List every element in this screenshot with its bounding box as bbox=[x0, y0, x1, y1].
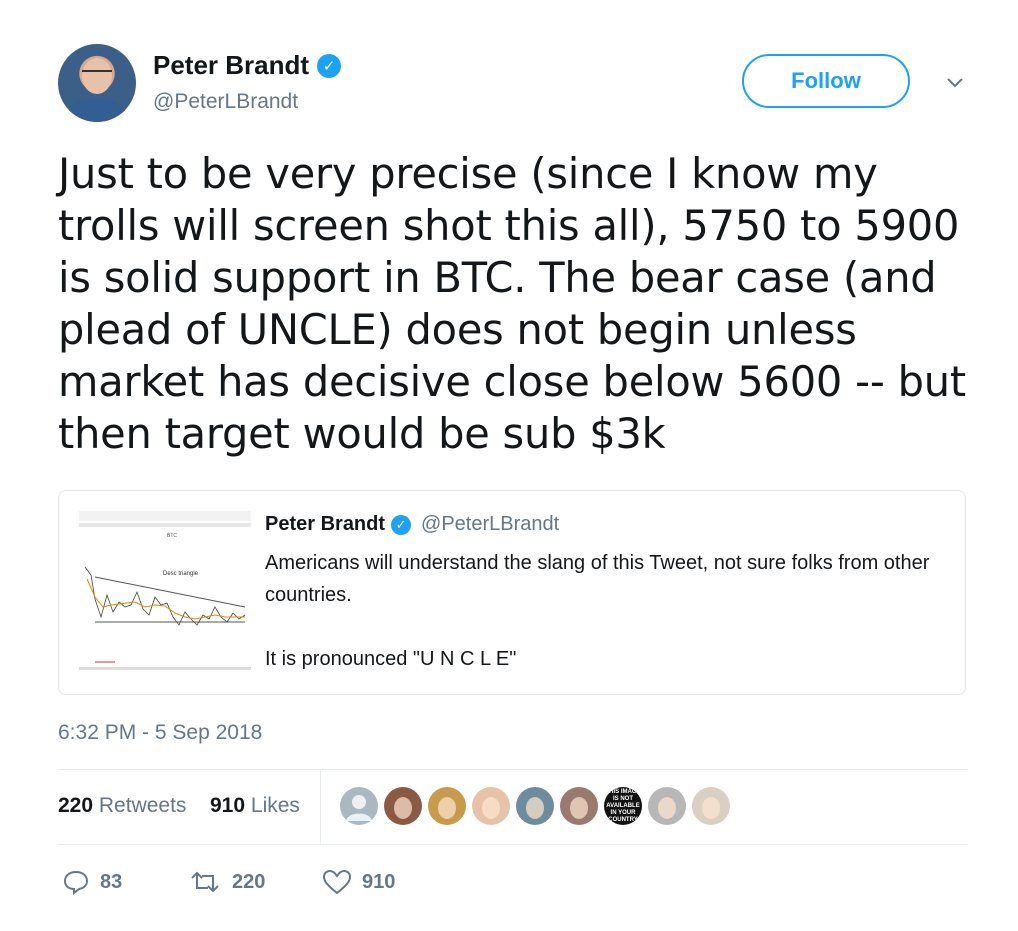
liker-avatar[interactable] bbox=[472, 787, 510, 825]
quoted-author-row: Peter Brandt ✓ @PeterLBrandt bbox=[265, 513, 559, 536]
retweet-icon bbox=[191, 871, 219, 893]
author-name[interactable]: Peter Brandt bbox=[153, 50, 309, 81]
chevron-down-icon[interactable] bbox=[945, 72, 965, 92]
follow-button[interactable]: Follow bbox=[742, 54, 910, 108]
quoted-tweet[interactable]: BTC Desc triangle Peter Brandt ✓ @PeterL… bbox=[58, 490, 966, 695]
reply-action[interactable]: 83 bbox=[62, 868, 122, 896]
stats-separator bbox=[320, 770, 321, 844]
author-name-row: Peter Brandt ✓ bbox=[153, 50, 342, 81]
verified-badge-icon: ✓ bbox=[317, 53, 342, 78]
liker-avatar[interactable] bbox=[516, 787, 554, 825]
heart-icon bbox=[322, 869, 352, 895]
quoted-author-name[interactable]: Peter Brandt bbox=[265, 513, 385, 536]
liker-avatar[interactable] bbox=[428, 787, 466, 825]
liker-avatar[interactable]: THIS IMAGE IS NOT AVAILABLE IN YOUR COUN… bbox=[604, 787, 642, 825]
liker-avatar[interactable] bbox=[648, 787, 686, 825]
quoted-text-line1: Americans will understand the slang of t… bbox=[265, 552, 930, 606]
default-avatar-icon bbox=[346, 795, 372, 821]
reply-icon bbox=[63, 870, 89, 896]
tweet-stats: 220 Retweets 910 Likes THIS IMAGE IS NOT… bbox=[58, 770, 968, 844]
retweets-count: 220 bbox=[58, 794, 94, 817]
likes-stat[interactable]: 910 Likes bbox=[210, 794, 300, 818]
retweets-label: Retweets bbox=[98, 794, 187, 817]
like-count: 910 bbox=[362, 870, 396, 893]
tweet-header: Peter Brandt ✓ @PeterLBrandt Follow bbox=[58, 44, 968, 124]
divider bbox=[58, 844, 968, 845]
retweets-stat[interactable]: 220 Retweets bbox=[58, 794, 186, 818]
liker-avatar[interactable] bbox=[384, 787, 422, 825]
liker-avatar[interactable] bbox=[692, 787, 730, 825]
verified-badge-icon: ✓ bbox=[391, 514, 412, 535]
liker-avatar[interactable] bbox=[340, 787, 378, 825]
quoted-text-line2: It is pronounced "U N C L E" bbox=[265, 648, 517, 670]
likes-count: 910 bbox=[210, 794, 246, 817]
like-action[interactable]: 910 bbox=[322, 868, 395, 896]
liker-avatars: THIS IMAGE IS NOT AVAILABLE IN YOUR COUN… bbox=[340, 787, 730, 825]
reply-count: 83 bbox=[100, 870, 123, 893]
tweet-timestamp[interactable]: 6:32 PM - 5 Sep 2018 bbox=[58, 721, 262, 745]
avatar-text: THIS IMAGE IS NOT AVAILABLE IN YOUR COUN… bbox=[605, 788, 641, 823]
likes-label: Likes bbox=[250, 794, 300, 817]
liker-avatar[interactable] bbox=[560, 787, 598, 825]
quoted-tweet-text: Americans will understand the slang of t… bbox=[265, 547, 945, 675]
tweet-actions: 83 220 910 bbox=[58, 862, 658, 906]
thumb-label: BTC bbox=[167, 533, 177, 539]
retweet-action[interactable]: 220 bbox=[188, 868, 265, 896]
quoted-author-handle[interactable]: @PeterLBrandt bbox=[421, 513, 559, 536]
author-avatar[interactable] bbox=[58, 44, 136, 122]
author-handle[interactable]: @PeterLBrandt bbox=[153, 90, 298, 114]
retweet-count: 220 bbox=[232, 870, 266, 893]
tweet-text: Just to be very precise (since I know my… bbox=[58, 149, 966, 458]
thumb-annotation: Desc triangle bbox=[163, 571, 199, 577]
